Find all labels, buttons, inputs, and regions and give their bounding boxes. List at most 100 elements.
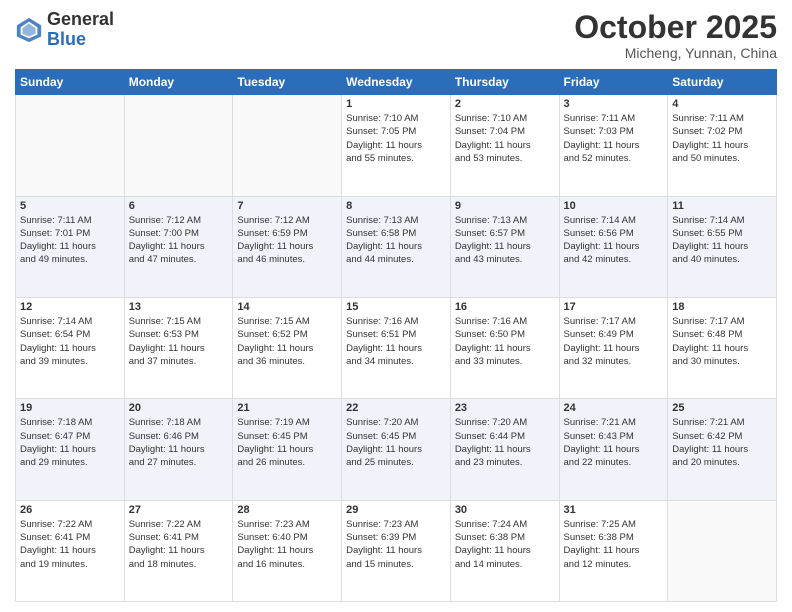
title-block: October 2025 Micheng, Yunnan, China (574, 10, 777, 61)
table-row: 10 Sunrise: 7:14 AM Sunset: 6:56 PM Dayli… (559, 196, 668, 297)
day-info: Sunrise: 7:25 AM Sunset: 6:38 PM Dayligh… (564, 518, 664, 571)
day-number: 12 (20, 301, 120, 313)
col-wednesday: Wednesday (342, 70, 451, 95)
header: General Blue October 2025 Micheng, Yunna… (15, 10, 777, 61)
day-info: Sunrise: 7:13 AM Sunset: 6:57 PM Dayligh… (455, 214, 555, 267)
day-info: Sunrise: 7:14 AM Sunset: 6:55 PM Dayligh… (672, 214, 772, 267)
day-number: 22 (346, 402, 446, 414)
table-row: 9 Sunrise: 7:13 AM Sunset: 6:57 PM Daylig… (450, 196, 559, 297)
calendar-week-row: 19 Sunrise: 7:18 AM Sunset: 6:47 PM Dayli… (16, 399, 777, 500)
logo: General Blue (15, 10, 114, 50)
day-number: 24 (564, 402, 664, 414)
table-row: 2Sunrise: 7:10 AM Sunset: 7:04 PM Daylig… (450, 95, 559, 196)
table-row (233, 95, 342, 196)
table-row: 27 Sunrise: 7:22 AM Sunset: 6:41 PM Dayli… (124, 500, 233, 601)
day-number: 5 (20, 200, 120, 212)
day-info: Sunrise: 7:22 AM Sunset: 6:41 PM Dayligh… (20, 518, 120, 571)
table-row: 23Sunrise: 7:20 AM Sunset: 6:44 PM Dayli… (450, 399, 559, 500)
day-info: Sunrise: 7:11 AM Sunset: 7:02 PM Dayligh… (672, 112, 772, 165)
table-row: 26 Sunrise: 7:22 AM Sunset: 6:41 PM Dayli… (16, 500, 125, 601)
day-number: 29 (346, 504, 446, 516)
table-row (124, 95, 233, 196)
day-number: 20 (129, 402, 229, 414)
table-row: 4 Sunrise: 7:11 AM Sunset: 7:02 PM Daylig… (668, 95, 777, 196)
day-number: 9 (455, 200, 555, 212)
day-info: Sunrise: 7:17 AM Sunset: 6:49 PM Dayligh… (564, 315, 664, 368)
table-row: 17Sunrise: 7:17 AM Sunset: 6:49 PM Dayli… (559, 297, 668, 398)
table-row: 25Sunrise: 7:21 AM Sunset: 6:42 PM Dayli… (668, 399, 777, 500)
table-row: 14 Sunrise: 7:15 AM Sunset: 6:52 PM Dayli… (233, 297, 342, 398)
day-info: Sunrise: 7:24 AM Sunset: 6:38 PM Dayligh… (455, 518, 555, 571)
day-info: Sunrise: 7:23 AM Sunset: 6:39 PM Dayligh… (346, 518, 446, 571)
table-row: 7Sunrise: 7:12 AM Sunset: 6:59 PM Daylig… (233, 196, 342, 297)
day-number: 23 (455, 402, 555, 414)
day-info: Sunrise: 7:12 AM Sunset: 7:00 PM Dayligh… (129, 214, 229, 267)
day-number: 10 (564, 200, 664, 212)
table-row: 29 Sunrise: 7:23 AM Sunset: 6:39 PM Dayli… (342, 500, 451, 601)
day-number: 1 (346, 98, 446, 110)
calendar-table: Sunday Monday Tuesday Wednesday Thursday… (15, 69, 777, 602)
table-row: 22Sunrise: 7:20 AM Sunset: 6:45 PM Dayli… (342, 399, 451, 500)
table-row: 16Sunrise: 7:16 AM Sunset: 6:50 PM Dayli… (450, 297, 559, 398)
day-info: Sunrise: 7:14 AM Sunset: 6:56 PM Dayligh… (564, 214, 664, 267)
day-info: Sunrise: 7:19 AM Sunset: 6:45 PM Dayligh… (237, 416, 337, 469)
day-info: Sunrise: 7:22 AM Sunset: 6:41 PM Dayligh… (129, 518, 229, 571)
table-row: 8 Sunrise: 7:13 AM Sunset: 6:58 PM Daylig… (342, 196, 451, 297)
day-number: 14 (237, 301, 337, 313)
table-row: 24 Sunrise: 7:21 AM Sunset: 6:43 PM Dayli… (559, 399, 668, 500)
day-info: Sunrise: 7:13 AM Sunset: 6:58 PM Dayligh… (346, 214, 446, 267)
day-info: Sunrise: 7:10 AM Sunset: 7:05 PM Dayligh… (346, 112, 446, 165)
calendar-week-row: 12 Sunrise: 7:14 AM Sunset: 6:54 PM Dayli… (16, 297, 777, 398)
day-number: 19 (20, 402, 120, 414)
day-number: 7 (237, 200, 337, 212)
day-info: Sunrise: 7:14 AM Sunset: 6:54 PM Dayligh… (20, 315, 120, 368)
table-row (668, 500, 777, 601)
day-number: 6 (129, 200, 229, 212)
logo-icon (15, 16, 43, 44)
day-info: Sunrise: 7:11 AM Sunset: 7:03 PM Dayligh… (564, 112, 664, 165)
logo-text: General Blue (47, 10, 114, 50)
col-friday: Friday (559, 70, 668, 95)
day-info: Sunrise: 7:18 AM Sunset: 6:47 PM Dayligh… (20, 416, 120, 469)
day-info: Sunrise: 7:11 AM Sunset: 7:01 PM Dayligh… (20, 214, 120, 267)
day-number: 26 (20, 504, 120, 516)
table-row: 15Sunrise: 7:16 AM Sunset: 6:51 PM Dayli… (342, 297, 451, 398)
calendar-header-row: Sunday Monday Tuesday Wednesday Thursday… (16, 70, 777, 95)
day-number: 8 (346, 200, 446, 212)
logo-general: General (47, 9, 114, 29)
day-info: Sunrise: 7:21 AM Sunset: 6:43 PM Dayligh… (564, 416, 664, 469)
day-number: 4 (672, 98, 772, 110)
day-info: Sunrise: 7:18 AM Sunset: 6:46 PM Dayligh… (129, 416, 229, 469)
table-row: 5 Sunrise: 7:11 AM Sunset: 7:01 PM Daylig… (16, 196, 125, 297)
table-row (16, 95, 125, 196)
day-info: Sunrise: 7:15 AM Sunset: 6:52 PM Dayligh… (237, 315, 337, 368)
table-row: 30 Sunrise: 7:24 AM Sunset: 6:38 PM Dayli… (450, 500, 559, 601)
table-row: 21 Sunrise: 7:19 AM Sunset: 6:45 PM Dayli… (233, 399, 342, 500)
location: Micheng, Yunnan, China (574, 45, 777, 61)
table-row: 12 Sunrise: 7:14 AM Sunset: 6:54 PM Dayli… (16, 297, 125, 398)
day-info: Sunrise: 7:23 AM Sunset: 6:40 PM Dayligh… (237, 518, 337, 571)
calendar-week-row: 5 Sunrise: 7:11 AM Sunset: 7:01 PM Daylig… (16, 196, 777, 297)
day-number: 30 (455, 504, 555, 516)
day-number: 25 (672, 402, 772, 414)
day-number: 27 (129, 504, 229, 516)
col-saturday: Saturday (668, 70, 777, 95)
day-number: 13 (129, 301, 229, 313)
page: General Blue October 2025 Micheng, Yunna… (0, 0, 792, 612)
day-number: 11 (672, 200, 772, 212)
table-row: 13Sunrise: 7:15 AM Sunset: 6:53 PM Dayli… (124, 297, 233, 398)
table-row: 3Sunrise: 7:11 AM Sunset: 7:03 PM Daylig… (559, 95, 668, 196)
calendar-week-row: 26 Sunrise: 7:22 AM Sunset: 6:41 PM Dayli… (16, 500, 777, 601)
calendar-week-row: 1 Sunrise: 7:10 AM Sunset: 7:05 PM Daylig… (16, 95, 777, 196)
day-number: 21 (237, 402, 337, 414)
col-tuesday: Tuesday (233, 70, 342, 95)
day-number: 31 (564, 504, 664, 516)
day-number: 18 (672, 301, 772, 313)
table-row: 6 Sunrise: 7:12 AM Sunset: 7:00 PM Daylig… (124, 196, 233, 297)
table-row: 19 Sunrise: 7:18 AM Sunset: 6:47 PM Dayli… (16, 399, 125, 500)
table-row: 20 Sunrise: 7:18 AM Sunset: 6:46 PM Dayli… (124, 399, 233, 500)
table-row: 18Sunrise: 7:17 AM Sunset: 6:48 PM Dayli… (668, 297, 777, 398)
table-row: 28Sunrise: 7:23 AM Sunset: 6:40 PM Dayli… (233, 500, 342, 601)
day-info: Sunrise: 7:10 AM Sunset: 7:04 PM Dayligh… (455, 112, 555, 165)
col-sunday: Sunday (16, 70, 125, 95)
